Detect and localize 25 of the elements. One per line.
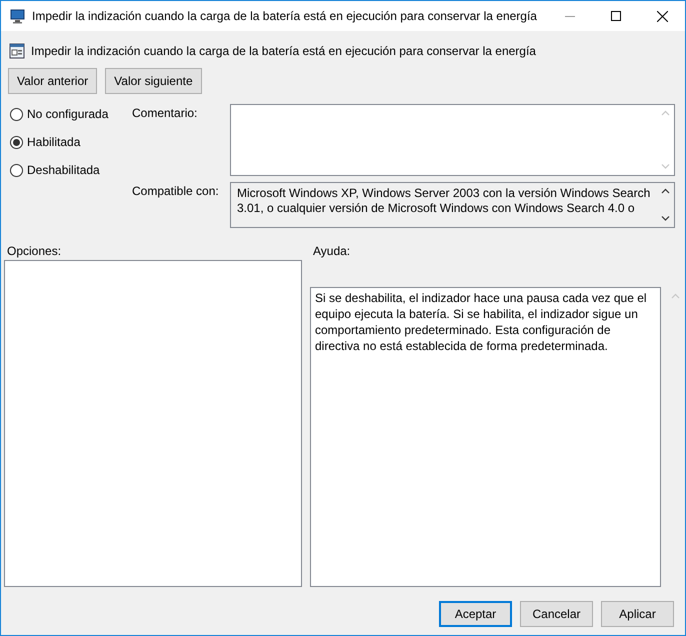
help-label: Ayuda: <box>313 244 350 258</box>
previous-button[interactable]: Valor anterior <box>8 68 98 94</box>
help-text: Si se deshabilita, el indizador hace una pausa cada vez que el equipo ejecuta la batería. Si se habilita, el indizador sigue un comportamiento predeterminado. Esta configuración de directiva no está establecida de forma predeterminada. <box>310 287 661 587</box>
policy-title: Impedir la indización cuando la carga de la batería está en ejecución para conservar la energía <box>31 44 536 58</box>
maximize-icon[interactable] <box>611 11 621 21</box>
option-label[interactable]: Deshabilitada <box>27 163 100 177</box>
radio-button[interactable] <box>10 136 23 148</box>
next-button[interactable]: Valor siguiente <box>105 68 202 94</box>
comment-label: Comentario: <box>132 105 198 122</box>
computer-icon <box>10 8 26 24</box>
options-label: Opciones: <box>7 244 62 258</box>
window-title: Impedir la indización cuando la carga de la batería está en ejecución para conservar la energía <box>31 9 538 23</box>
ok-button[interactable]: Aceptar <box>439 601 512 627</box>
settings-window-icon <box>9 43 25 59</box>
compatible-field: Microsoft Windows XP, Windows Server 2003 con la versión Windows Search 3.01, o cualquier versión de Microsoft Windows con Windows Search 4.0 o <box>230 182 675 228</box>
option-label[interactable]: No configurada <box>27 107 108 121</box>
apply-button[interactable]: Aplicar <box>601 601 674 627</box>
radio-button[interactable] <box>10 164 23 176</box>
close-icon[interactable] <box>656 10 668 22</box>
radio-button[interactable] <box>10 108 23 120</box>
compatible-label: Compatible con: <box>132 183 220 200</box>
cancel-button[interactable]: Cancelar <box>520 601 593 627</box>
scroll-up-icon[interactable] <box>661 188 670 195</box>
scroll-down-icon[interactable] <box>661 215 670 222</box>
option-label[interactable]: Habilitada <box>27 135 80 149</box>
